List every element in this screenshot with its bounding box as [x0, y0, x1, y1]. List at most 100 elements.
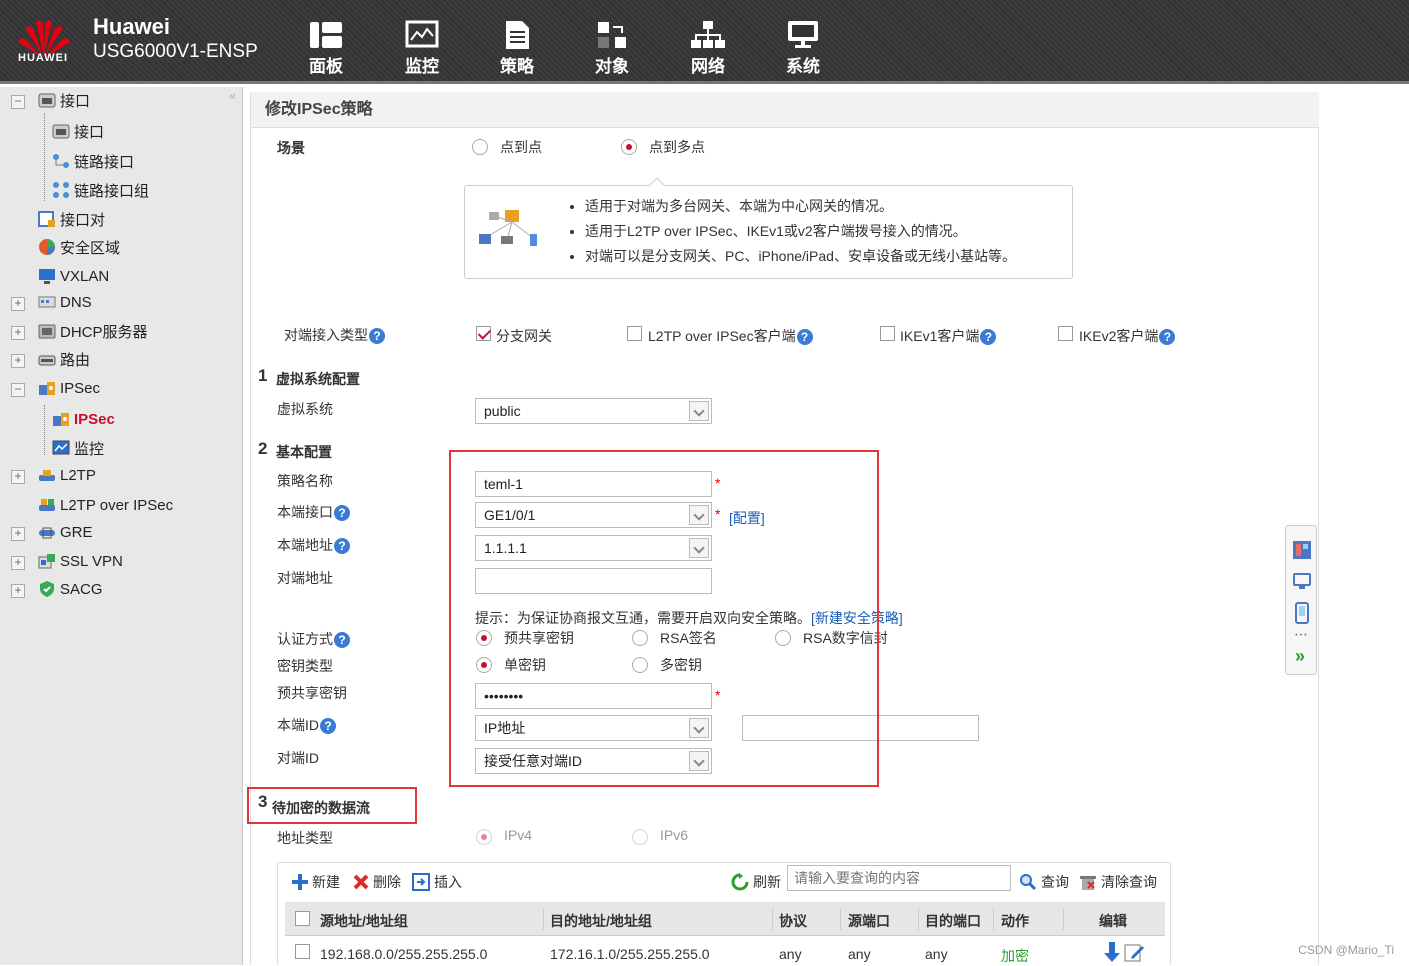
nav-network[interactable]: 网络 — [678, 20, 738, 80]
search-input[interactable] — [787, 865, 1011, 891]
nav-policy[interactable]: 策略 — [487, 20, 547, 80]
mobile-icon[interactable] — [1295, 602, 1309, 624]
scene-p2mp-label: 点到多点 — [649, 139, 705, 155]
local-interface-label: 本端接口? — [277, 502, 350, 522]
interface-pair-icon — [38, 211, 55, 227]
more-icon[interactable]: ⋯ — [1294, 626, 1309, 643]
sidebar-item-ssl-vpn[interactable]: SSL VPN — [38, 548, 123, 574]
help-icon[interactable]: ? — [334, 505, 350, 522]
peer-type-ikev1-checkbox[interactable] — [880, 326, 895, 341]
expand-toolbar-icon[interactable]: » — [1295, 646, 1305, 667]
move-down-icon[interactable] — [1103, 942, 1121, 964]
peer-id-label: 对端ID — [277, 750, 319, 766]
help-icon[interactable]: ? — [796, 329, 813, 346]
sidebar-item-gre[interactable]: GRE — [38, 519, 93, 545]
col-edit: 编辑 — [1099, 913, 1127, 929]
local-address-label: 本端地址? — [277, 535, 350, 555]
nav-system[interactable]: 系统 — [773, 20, 833, 80]
help-icon[interactable]: ? — [369, 328, 385, 345]
help-icon[interactable]: ? — [320, 718, 336, 735]
sidebar-item-link-interface[interactable]: 链路接口 — [52, 148, 134, 174]
col-action: 动作 — [1001, 913, 1029, 929]
object-icon — [598, 22, 626, 48]
sidebar-item-sacg[interactable]: SACG — [38, 576, 103, 602]
help-icon[interactable]: ? — [980, 329, 997, 346]
vsys-label: 虚拟系统 — [277, 401, 333, 417]
scene-p2p-label: 点到点 — [500, 139, 542, 155]
scene-p2p-radio[interactable] — [472, 139, 488, 155]
scene-p2mp-radio[interactable] — [621, 139, 637, 155]
sidebar-item-ipsec-selected[interactable]: IPSec — [52, 406, 115, 432]
shield-icon — [40, 581, 54, 597]
device-model: USG6000V1-ENSP — [93, 41, 258, 62]
delete-button[interactable]: 删除 — [352, 872, 401, 892]
refresh-button[interactable]: 刷新 — [731, 872, 781, 892]
expand-icon[interactable]: + — [11, 584, 25, 598]
scene-label: 场景 — [277, 140, 305, 156]
collapse-sidebar-icon[interactable]: « — [229, 89, 236, 103]
nav-object[interactable]: 对象 — [582, 20, 642, 80]
peer-type-l2tp-checkbox[interactable] — [627, 326, 642, 341]
sidebar-item-ipsec-monitor[interactable]: 监控 — [52, 435, 104, 461]
collapse-icon[interactable]: − — [11, 95, 25, 109]
sidebar-item-dns[interactable]: DNS — [38, 289, 92, 315]
clear-query-button[interactable]: 清除查询 — [1079, 872, 1157, 892]
addr-ipv6-radio[interactable] — [632, 829, 648, 845]
edit-icon[interactable] — [1124, 942, 1144, 962]
peer-type-branch-checkbox[interactable] — [476, 326, 491, 341]
peer-type-ikev2-checkbox[interactable] — [1058, 326, 1073, 341]
nav-monitor[interactable]: 监控 — [392, 20, 452, 80]
section-title: 虚拟系统配置 — [276, 371, 360, 387]
new-button[interactable]: 新建 — [291, 872, 340, 892]
expand-icon[interactable]: + — [11, 326, 25, 340]
nav-dashboard[interactable]: 面板 — [296, 20, 356, 80]
expand-icon[interactable]: + — [11, 556, 25, 570]
l2tp-over-ipsec-icon — [39, 499, 55, 511]
sidebar-item-l2tp[interactable]: L2TP — [38, 462, 96, 488]
logo-text: HUAWEI — [18, 52, 68, 64]
sidebar-item-vxlan[interactable]: VXLAN — [38, 263, 109, 289]
peer-type-branch-label: 分支网关 — [496, 328, 552, 344]
highlight-box-dataflow — [247, 787, 417, 824]
vsys-select[interactable]: public — [475, 398, 712, 424]
help-icon[interactable]: ? — [334, 538, 350, 555]
collapse-icon[interactable]: − — [11, 383, 25, 397]
sidebar-item-interface-group[interactable]: 接口 — [38, 87, 90, 113]
tip-item: 适用于L2TP over IPSec、IKEv1或v2客户端拨号接入的情况。 — [585, 219, 1016, 244]
chevron-down-icon[interactable] — [689, 401, 709, 421]
table-row[interactable]: 192.168.0.0/255.255.255.0 172.16.1.0/255… — [285, 938, 1165, 965]
sidebar-tree: « − 接口 接口 链路接口 链路接口组 接口对 安全区域 VXLAN + DN… — [0, 87, 243, 965]
sidebar-item-l2tp-over-ipsec[interactable]: L2TP over IPSec — [38, 492, 173, 518]
clear-query-icon — [1080, 876, 1096, 890]
main-content: 修改IPSec策略 场景 点到点 点到多点 适用于对端为多台网关、本端为中心网关… — [247, 92, 1319, 965]
interface-icon — [38, 93, 56, 108]
help-icon[interactable]: ? — [334, 632, 350, 649]
sidebar-item-routing[interactable]: 路由 — [38, 346, 90, 372]
topology-icon[interactable] — [1292, 540, 1312, 560]
select-all-checkbox[interactable] — [295, 911, 310, 926]
sidebar-item-interface-pair[interactable]: 接口对 — [38, 206, 105, 232]
expand-icon[interactable]: + — [11, 470, 25, 484]
sidebar-item-link-interface-group[interactable]: 链路接口组 — [52, 177, 149, 203]
dhcp-server-icon — [38, 324, 56, 339]
section-number: 2 — [258, 439, 268, 458]
help-icon[interactable]: ? — [1159, 329, 1176, 346]
tip-pointer — [649, 177, 665, 186]
sidebar-item-interface[interactable]: 接口 — [52, 118, 104, 144]
vxlan-icon — [39, 269, 55, 284]
row-checkbox[interactable] — [295, 944, 310, 959]
query-button[interactable]: 查询 — [1019, 872, 1069, 892]
insert-button[interactable]: 插入 — [412, 872, 462, 892]
peer-type-ikev2-label: IKEv2客户端? — [1079, 326, 1176, 346]
expand-icon[interactable]: + — [11, 527, 25, 541]
sidebar-item-dhcp-server[interactable]: DHCP服务器 — [38, 318, 148, 344]
expand-icon[interactable]: + — [11, 297, 25, 311]
addr-ipv4-radio[interactable] — [476, 829, 492, 845]
addr-ipv6-label: IPv6 — [660, 827, 689, 843]
sidebar-item-security-zone[interactable]: 安全区域 — [38, 234, 120, 260]
expand-icon[interactable]: + — [11, 354, 25, 368]
sidebar-item-ipsec-group[interactable]: IPSec — [38, 375, 100, 401]
scene-tip-box: 适用于对端为多台网关、本端为中心网关的情况。 适用于L2TP over IPSe… — [464, 185, 1073, 279]
cell-action: 加密 — [1001, 948, 1029, 964]
desktop-icon[interactable] — [1293, 572, 1311, 590]
